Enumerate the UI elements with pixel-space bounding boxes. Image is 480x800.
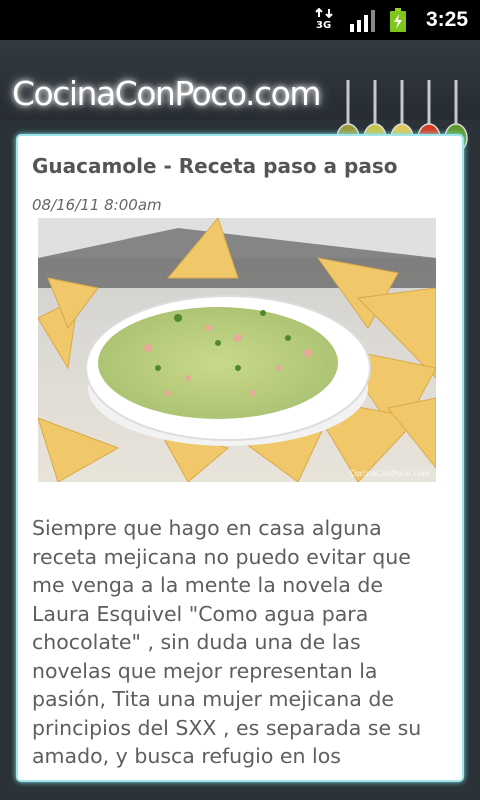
- spoon-handle: [346, 80, 350, 124]
- spoon-handle: [454, 80, 458, 124]
- battery-charging-icon: [390, 8, 406, 32]
- post-body: Siempre que hago en casa alguna receta m…: [32, 516, 422, 768]
- post-date: 08/16/11 8:00am: [32, 196, 162, 214]
- spoon-handle: [373, 80, 377, 124]
- post-title[interactable]: Guacamole - Receta paso a paso: [32, 154, 397, 178]
- spoon-handle: [427, 80, 431, 124]
- spoon-handle: [400, 80, 404, 124]
- brand-logo: CocinaConPoco.com: [12, 74, 321, 113]
- photo-watermark: CocinaConPoco.com: [349, 469, 430, 478]
- app-header: CocinaConPoco.com: [0, 40, 480, 153]
- post-card: Guacamole - Receta paso a paso 08/16/11 …: [16, 134, 464, 782]
- clock: 3:25: [426, 8, 469, 31]
- status-bar: 3G 3:25: [0, 0, 480, 40]
- signal-icon: [350, 10, 375, 32]
- network-type-label: 3G: [316, 20, 332, 31]
- guacamole-photo: CocinaConPoco.com: [38, 218, 436, 482]
